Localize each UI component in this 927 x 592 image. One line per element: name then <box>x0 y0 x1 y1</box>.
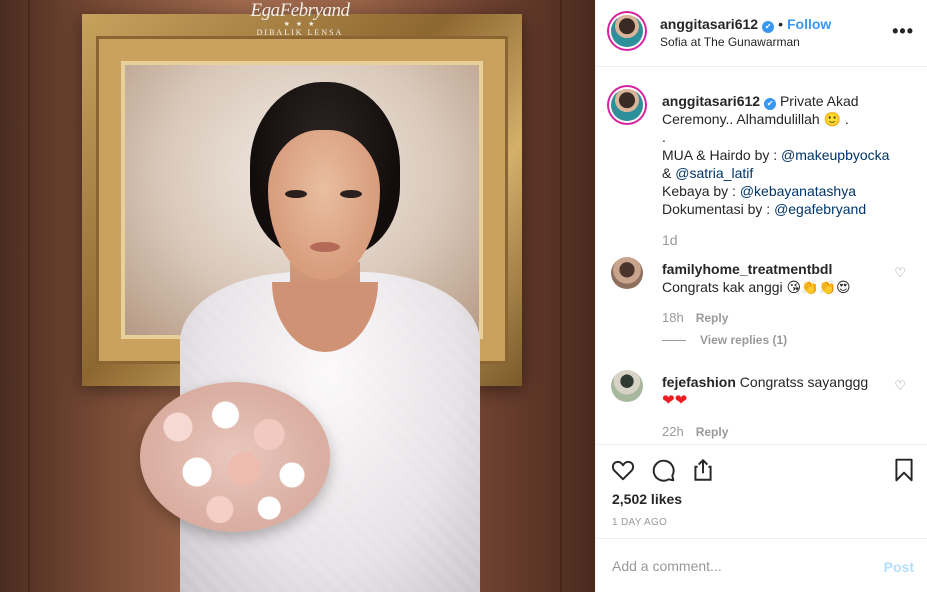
left-eye <box>285 190 307 198</box>
mention-makeupbyocka[interactable]: @makeupbyocka <box>781 147 889 163</box>
photographer-watermark: EgaFebryand ★ ★ ★ DIBALIK LENSA <box>245 0 355 37</box>
clap-emoji: 👏 <box>818 279 837 295</box>
comment-bubble-icon[interactable] <box>650 457 676 483</box>
face <box>268 130 380 280</box>
watermark-main: EgaFebryand <box>250 0 350 21</box>
author-line: anggitasari612 ✔ • Follow <box>660 16 831 33</box>
comments-list[interactable]: anggitasari612 ✔ Private Akad Ceremony.. … <box>596 68 927 444</box>
commenter-username[interactable]: fejefashion <box>662 374 736 390</box>
commenter-username[interactable]: familyhome_treatmentbdl <box>662 261 832 277</box>
mua-label: MUA & Hairdo by : <box>662 147 782 163</box>
mention-satria-latif[interactable]: @satria_latif <box>675 165 753 181</box>
like-comment-heart-icon[interactable]: ♡ <box>894 265 906 281</box>
add-comment-bar: Post <box>596 538 927 592</box>
lips <box>310 242 340 252</box>
comment-time[interactable]: 22h <box>662 424 684 439</box>
follow-button[interactable]: Follow <box>787 16 831 32</box>
likes-count[interactable]: 2,502 likes <box>612 491 682 507</box>
comment-meta: 22h Reply <box>662 424 728 439</box>
view-replies-button[interactable]: View replies (1) <box>662 333 787 347</box>
wall-panel-line <box>560 0 562 592</box>
separator-dot: • <box>778 16 783 32</box>
comment-meta: 18h Reply <box>662 310 728 325</box>
like-comment-heart-icon[interactable]: ♡ <box>894 378 906 394</box>
comment-text: Congrats kak anggi <box>662 279 783 295</box>
caption-username[interactable]: anggitasari612 <box>662 93 760 109</box>
caption-timestamp[interactable]: 1d <box>662 232 678 248</box>
kebaya-label: Kebaya by : <box>662 183 740 199</box>
post-side-panel: anggitasari612 ✔ • Follow Sofia at The Guna… <box>595 0 927 592</box>
mention-kebayanatashya[interactable]: @kebayanatashya <box>740 183 856 199</box>
caption-avatar[interactable] <box>611 89 643 121</box>
comment-body: fejefashion Congratss sayanggg ❤❤ <box>662 373 882 410</box>
red-heart-emoji: ❤ <box>674 392 688 409</box>
rose-bouquet <box>140 382 330 532</box>
share-icon[interactable] <box>690 457 716 483</box>
post-age[interactable]: 1 DAY AGO <box>612 517 667 528</box>
caption-text-end: . <box>841 111 849 127</box>
caption-dot-line: . <box>662 129 666 145</box>
caption: anggitasari612 ✔ Private Akad Ceremony.. … <box>662 92 912 218</box>
reply-button[interactable]: Reply <box>696 425 729 439</box>
kiss-emoji: 😘 <box>786 279 802 295</box>
add-comment-input[interactable] <box>612 554 852 578</box>
save-bookmark-icon[interactable] <box>891 457 917 483</box>
view-replies-label: View replies (1) <box>700 333 788 347</box>
verified-badge-icon: ✔ <box>762 21 775 33</box>
smile-emoji: 🙂 <box>823 111 842 127</box>
dokumentasi-label: Dokumentasi by : <box>662 201 775 217</box>
replies-line <box>662 340 686 342</box>
commenter-avatar[interactable] <box>611 370 643 402</box>
author-username[interactable]: anggitasari612 <box>660 16 758 32</box>
post-comment-button[interactable]: Post <box>884 559 914 575</box>
red-heart-emoji: ❤ <box>662 392 675 409</box>
post-header: anggitasari612 ✔ • Follow Sofia at The Guna… <box>596 0 927 67</box>
mention-egafebryand[interactable]: @egafebryand <box>774 201 866 217</box>
author-avatar[interactable] <box>611 15 643 47</box>
bride-figure <box>140 82 500 592</box>
right-eye <box>340 190 362 198</box>
location-link[interactable]: Sofia at The Gunawarman <box>660 35 800 49</box>
reply-button[interactable]: Reply <box>696 311 729 325</box>
like-heart-icon[interactable] <box>610 457 636 483</box>
comment-body: familyhome_treatmentbdl Congrats kak ang… <box>662 260 882 296</box>
more-options-icon[interactable]: ••• <box>892 22 914 40</box>
ampersand: & <box>662 165 676 181</box>
comment-text: Congratss sayanggg <box>739 374 869 390</box>
clap-emoji: 👏 <box>801 279 819 295</box>
heart-eyes-emoji: 😍 <box>836 279 851 295</box>
comment-time[interactable]: 18h <box>662 310 684 325</box>
wall-panel-line <box>28 0 30 592</box>
watermark-subtitle: DIBALIK LENSA <box>256 28 344 37</box>
verified-badge-icon: ✔ <box>764 98 777 110</box>
commenter-avatar[interactable] <box>611 257 643 289</box>
post-photo[interactable]: EgaFebryand ★ ★ ★ DIBALIK LENSA <box>0 0 595 592</box>
post-actions: 2,502 likes 1 DAY AGO <box>596 444 927 538</box>
